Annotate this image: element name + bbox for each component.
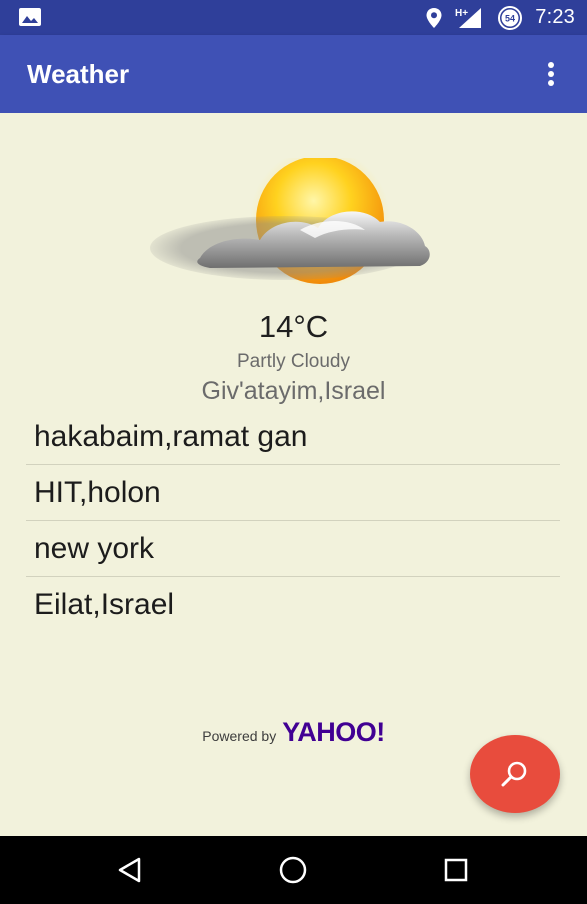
current-temperature: 14°C <box>258 309 329 344</box>
more-vert-icon[interactable] <box>539 59 563 89</box>
location-icon <box>425 7 443 29</box>
powered-by-label: Powered by <box>202 728 277 744</box>
list-item[interactable]: new york <box>26 521 560 577</box>
current-location: Giv'atayim,Israel <box>201 377 386 405</box>
status-time: 7:23 <box>535 6 575 28</box>
navigation-bar <box>0 836 587 904</box>
back-icon[interactable] <box>110 850 150 890</box>
list-item[interactable]: Eilat,Israel <box>26 577 560 633</box>
current-condition: Partly Cloudy <box>237 351 350 372</box>
list-item[interactable]: HIT,holon <box>26 465 560 521</box>
app-title: Weather <box>27 58 130 89</box>
yahoo-logo: YAHOO! <box>282 717 385 747</box>
main-content: 14°C Partly Cloudy Giv'atayim,Israel hak… <box>0 113 587 836</box>
search-button[interactable] <box>470 735 560 813</box>
signal-icon: H+ <box>455 6 485 30</box>
city-list: hakabaim,ramat gan HIT,holon new york Ei… <box>26 409 560 633</box>
recents-icon[interactable] <box>436 850 476 890</box>
app-bar: Weather <box>0 35 587 113</box>
partly-cloudy-icon <box>150 148 440 298</box>
status-bar: H+ 54 7:23 <box>0 0 587 35</box>
battery-icon: 54 <box>497 5 523 31</box>
network-type-label: H+ <box>455 8 468 19</box>
image-icon <box>18 7 42 27</box>
home-icon[interactable] <box>273 850 313 890</box>
list-item[interactable]: hakabaim,ramat gan <box>26 409 560 465</box>
battery-level: 54 <box>505 13 515 23</box>
search-icon <box>500 759 530 789</box>
